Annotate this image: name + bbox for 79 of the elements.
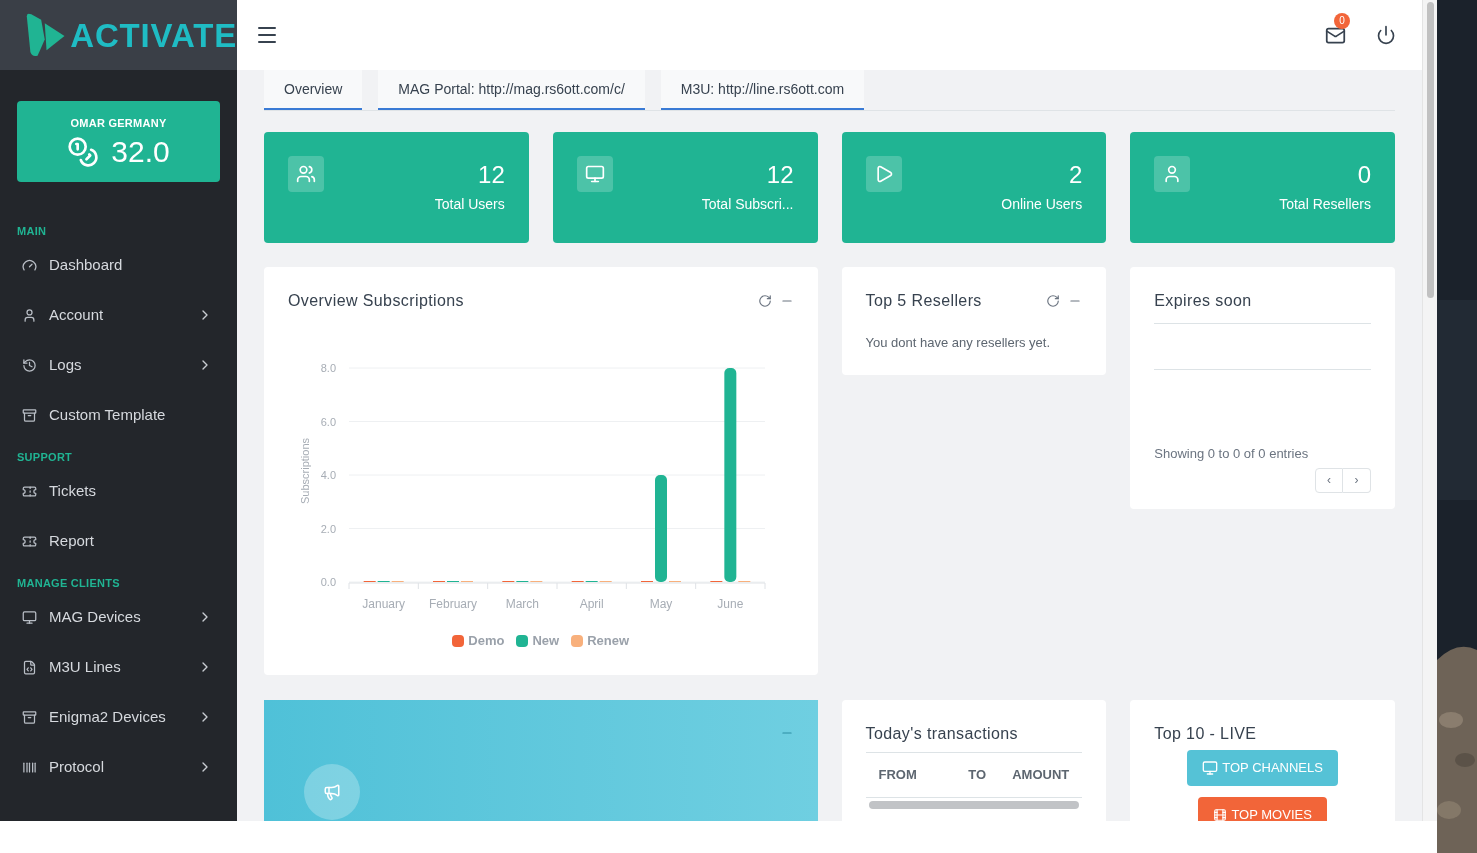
sidebar-item[interactable]: Dashboard [0, 240, 237, 290]
empty-message: You dont have any resellers yet. [865, 334, 1052, 352]
sidebar-item[interactable]: Tickets [0, 466, 237, 516]
axis-label: March [505, 597, 539, 611]
account-owner: OMAR GERMANY [70, 116, 167, 132]
axis-label: 4.0 [320, 469, 336, 481]
gauge-icon [22, 257, 37, 273]
history-icon [22, 357, 37, 373]
legend-swatch [571, 634, 584, 647]
stat-value: 2 [1068, 160, 1083, 190]
refresh-icon[interactable] [757, 294, 772, 308]
monitor-icon [22, 609, 37, 625]
section-label: MANAGE CLIENTS [16, 576, 121, 591]
ticket-icon [22, 533, 37, 549]
power-icon[interactable] [1376, 25, 1396, 45]
stat-value: 0 [1357, 160, 1371, 190]
stat-label: Online Users [1001, 195, 1083, 214]
legend-label: Demo [468, 632, 505, 650]
vertical-scrollbar[interactable] [1422, 0, 1437, 821]
ticket-icon [22, 483, 37, 499]
axis-label: June [717, 597, 744, 611]
card-title: Top 10 - LIVE [1154, 724, 1257, 744]
axis-label: February [429, 597, 477, 611]
entries-info: Showing 0 to 0 of 0 entries [1154, 445, 1310, 463]
notification-badge: 0 [1334, 12, 1350, 29]
card-title: Expires soon [1154, 291, 1252, 311]
archive-icon [22, 407, 37, 423]
axis-title: Subscriptions [299, 438, 311, 504]
stat-value: 12 [478, 160, 505, 190]
monitor-icon [584, 164, 605, 184]
legend-swatch [452, 634, 465, 647]
axis-label: 2.0 [320, 522, 336, 535]
section-label: MAIN [16, 224, 48, 239]
sidebar-item[interactable]: Report [0, 516, 237, 566]
sidebar-item[interactable]: Custom Template [0, 390, 237, 440]
user-icon [22, 307, 37, 323]
axis-label: 8.0 [320, 362, 336, 374]
column-header: FROM [878, 766, 918, 785]
sidebar-item[interactable]: Account [0, 290, 237, 340]
legend-swatch [516, 634, 529, 647]
film-icon [1213, 808, 1228, 821]
card-title: Today's transactions [865, 724, 1018, 744]
legend-label: Renew [587, 632, 630, 650]
column-header: AMOUNT [1012, 766, 1070, 785]
refresh-icon[interactable] [1046, 294, 1061, 308]
next-page-button[interactable]: › [1343, 467, 1371, 493]
card-title: Top 5 Resellers [865, 291, 982, 311]
sidebar-item[interactable]: M3U Lines [0, 642, 237, 692]
tab[interactable]: Overview [264, 70, 363, 110]
axis-label: 0.0 [320, 576, 336, 588]
megaphone-icon [323, 783, 341, 801]
legend-label: New [532, 632, 560, 650]
sidebar-item[interactable]: Protocol [0, 742, 237, 792]
axis-label: January [362, 597, 405, 611]
users-icon [296, 164, 316, 184]
coins-icon [67, 135, 100, 168]
card-title: Overview Subscriptions [288, 291, 464, 311]
stat-label: Total Resellers [1279, 195, 1371, 214]
column-header: TO [968, 766, 988, 785]
axis-label: April [579, 597, 604, 611]
sidebar-item[interactable]: Logs [0, 340, 237, 390]
axis-label: 6.0 [320, 415, 336, 428]
axis-label: May [649, 597, 673, 611]
previous-page-button[interactable]: ‹ [1315, 467, 1343, 493]
tab[interactable]: MAG Portal: http://mag.rs6ott.com/c/ [378, 70, 645, 110]
section-label: SUPPORT [16, 450, 74, 465]
code-icon [22, 659, 37, 675]
stat-label: Total Users [434, 195, 505, 214]
archive-icon [22, 709, 37, 725]
monitor-icon [1202, 760, 1219, 776]
stat-value: 12 [766, 160, 794, 190]
sidebar-item[interactable]: MAG Devices [0, 592, 237, 642]
brand-name: ACTIVATE [70, 18, 237, 52]
barcode-icon [22, 759, 37, 775]
tab[interactable]: M3U: http://line.rs6ott.com [660, 70, 865, 110]
horizontal-scrollbar[interactable] [868, 801, 1080, 809]
balance-amount: 32.0 [111, 136, 170, 167]
stat-label: Total Subscri... [701, 195, 794, 214]
sidebar-item[interactable]: Enigma2 Devices [0, 692, 237, 742]
